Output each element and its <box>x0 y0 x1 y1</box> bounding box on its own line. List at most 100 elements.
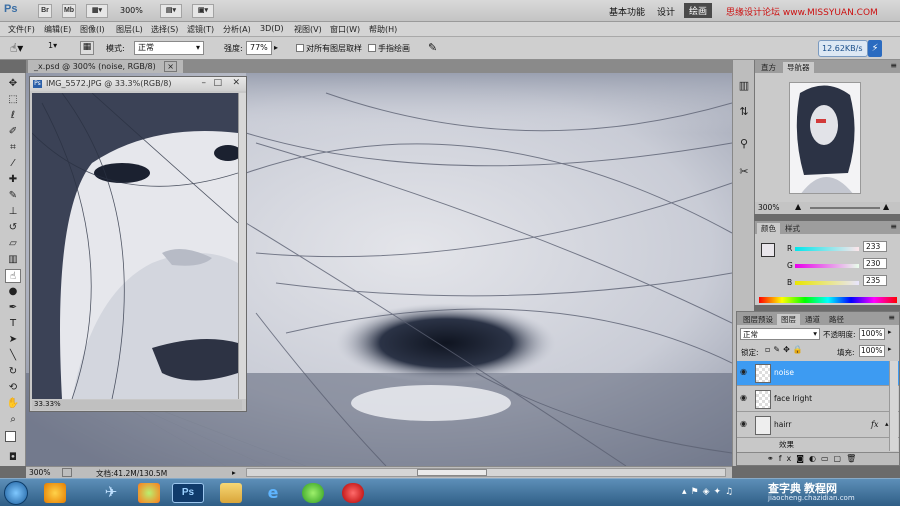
photoshop-taskbar-icon[interactable]: Ps <box>172 483 204 503</box>
colorful-app-icon[interactable] <box>44 483 66 503</box>
layer-actions-icons[interactable]: ⚭fx◙◐▭▢🗑 <box>767 454 861 463</box>
color-panel-menu-icon[interactable]: ≡ <box>890 222 897 231</box>
zoom-in-icon[interactable]: ▲ <box>883 202 889 211</box>
reference-scrollbar[interactable] <box>238 93 246 399</box>
start-button-icon[interactable] <box>4 481 28 505</box>
close-tab-icon[interactable]: × <box>164 61 177 72</box>
layers-scrollbar[interactable] <box>889 361 898 451</box>
smudge-tool-preset-icon[interactable]: ☝▾ <box>10 41 32 56</box>
zoom-out-icon[interactable]: ▲ <box>795 202 801 211</box>
panel-menu-icon[interactable]: ≡ <box>890 61 897 70</box>
expand-effects-icon[interactable]: ▴ <box>885 420 889 428</box>
menu-layer[interactable]: 图层(L) <box>116 24 143 35</box>
internet-explorer-icon[interactable]: e <box>262 483 284 503</box>
layer-row[interactable]: ◉ hairr fx ▴ <box>737 413 899 438</box>
reference-window-titlebar[interactable]: Ps IMG_5572.JPG @ 33.3%(RGB/8) – □ ✕ <box>30 77 246 91</box>
g-channel-slider[interactable] <box>795 264 859 268</box>
minibridge-button[interactable]: Mb <box>62 4 76 18</box>
statusbar-info-icon[interactable] <box>62 468 72 477</box>
navigator-zoom-slider[interactable] <box>810 207 880 209</box>
3d-rotate-tool-icon[interactable]: ↻ <box>5 365 21 379</box>
r-channel-input[interactable]: 233 <box>863 241 887 252</box>
g-channel-input[interactable]: 230 <box>863 258 887 269</box>
opacity-input[interactable]: 100% <box>859 328 885 340</box>
mode-select[interactable]: 正常 ▾ <box>134 41 204 55</box>
close-window-icon[interactable]: ✕ <box>232 78 240 88</box>
minimize-icon[interactable]: – <box>202 78 207 88</box>
fill-input[interactable]: 100% <box>859 345 885 357</box>
layer-effects-icon[interactable]: fx <box>871 420 878 429</box>
menu-file[interactable]: 文件(F) <box>8 24 35 35</box>
type-tool-icon[interactable]: T <box>5 317 21 331</box>
pen-tool-icon[interactable]: ✒ <box>5 301 21 315</box>
tab-paths[interactable]: 路径 <box>825 314 848 325</box>
visibility-eye-icon[interactable]: ◉ <box>740 393 750 403</box>
system-tray-icons[interactable]: ▴⚑◈✦♫ <box>682 487 737 497</box>
tab-channels[interactable]: 通道 <box>801 314 824 325</box>
blend-mode-select[interactable]: 正常 ▾ <box>740 328 820 340</box>
strength-input[interactable]: 77% <box>246 41 272 55</box>
crop-tool-icon[interactable]: ⌗ <box>5 141 21 155</box>
brush-size-picker[interactable]: 1▾ <box>48 41 72 56</box>
gradient-tool-icon[interactable]: ▥ <box>5 253 21 267</box>
workspace-design[interactable]: 设计 <box>657 5 675 18</box>
boost-icon[interactable]: ⚡ <box>868 40 882 57</box>
layer-row[interactable]: ◉ noise <box>737 361 899 386</box>
tab-color[interactable]: 颜色 <box>757 223 780 234</box>
dodge-tool-icon[interactable]: ● <box>5 285 21 299</box>
tab-layers[interactable]: 图层 <box>777 314 800 325</box>
menu-edit[interactable]: 编辑(E) <box>44 24 71 35</box>
reference-image-window[interactable]: Ps IMG_5572.JPG @ 33.3%(RGB/8) – □ ✕ 33.… <box>29 76 247 412</box>
quick-mask-icon[interactable]: ◘ <box>5 451 21 465</box>
menu-filter[interactable]: 滤镜(T) <box>187 24 214 35</box>
media-player-icon[interactable] <box>342 483 364 503</box>
foreground-color-chip[interactable] <box>761 243 775 257</box>
eyedropper-tool-icon[interactable]: ⁄ <box>5 157 21 171</box>
foreground-color-swatch[interactable] <box>5 431 16 442</box>
explorer-folder-icon[interactable] <box>220 483 242 503</box>
tab-histogram[interactable]: 直方 <box>757 62 780 73</box>
eraser-tool-icon[interactable]: ▱ <box>5 237 21 251</box>
tab-styles[interactable]: 样式 <box>781 223 804 234</box>
360-browser-icon[interactable] <box>302 483 324 503</box>
lock-options-icons[interactable]: ▫✎✥🔒 <box>765 345 806 354</box>
marquee-tool-icon[interactable]: ⬚ <box>5 93 21 107</box>
workspace-painting[interactable]: 绘画 <box>684 3 713 18</box>
scrollbar-thumb[interactable] <box>417 469 487 476</box>
layer-row[interactable]: ◉ face lright <box>737 387 899 412</box>
line-tool-icon[interactable]: ╲ <box>5 349 21 363</box>
clone-source-panel-icon[interactable]: ⚲ <box>736 136 752 152</box>
menu-select[interactable]: 选择(S) <box>151 24 178 35</box>
sample-all-layers-checkbox[interactable] <box>296 44 304 52</box>
history-panel-icon[interactable]: ⇅ <box>736 104 752 120</box>
workspace-essentials[interactable]: 基本功能 <box>609 5 645 18</box>
menu-image[interactable]: 图像(I) <box>80 24 105 35</box>
path-selection-tool-icon[interactable]: ➤ <box>5 333 21 347</box>
opacity-dropdown-icon[interactable]: ▸ <box>888 328 892 336</box>
view-extras-button[interactable]: ▦▾ <box>86 4 108 18</box>
menu-analysis[interactable]: 分析(A) <box>223 24 251 35</box>
zoom-tool-icon[interactable]: ⌕ <box>5 413 21 427</box>
zoom-level-dropdown[interactable]: 300% <box>120 6 143 15</box>
browser-app-icon[interactable] <box>138 483 160 503</box>
lasso-tool-icon[interactable]: ℓ <box>5 109 21 123</box>
strength-dropdown-icon[interactable]: ▸ <box>274 43 278 52</box>
arrange-documents-button[interactable]: ▤▾ <box>160 4 182 18</box>
navigator-thumbnail[interactable] <box>789 82 861 194</box>
tool-presets-panel-icon[interactable]: ✂ <box>736 164 752 180</box>
bird-app-icon[interactable]: ✈ <box>100 483 122 503</box>
menu-help[interactable]: 帮助(H) <box>369 24 397 35</box>
layers-panel-menu-icon[interactable]: ≡ <box>888 313 895 322</box>
3d-orbit-tool-icon[interactable]: ⟲ <box>5 381 21 395</box>
b-channel-slider[interactable] <box>795 281 859 285</box>
history-brush-tool-icon[interactable]: ↺ <box>5 221 21 235</box>
menu-view[interactable]: 视图(V) <box>294 24 322 35</box>
quick-selection-tool-icon[interactable]: ✐ <box>5 125 21 139</box>
hand-tool-icon[interactable]: ✋ <box>5 397 21 411</box>
move-tool-icon[interactable]: ✥ <box>5 77 21 91</box>
healing-brush-tool-icon[interactable]: ✚ <box>5 173 21 187</box>
navigator-zoom-text[interactable]: 300% <box>758 203 779 212</box>
finger-painting-checkbox[interactable] <box>368 44 376 52</box>
tablet-pressure-icon[interactable]: ✎ <box>428 41 437 54</box>
smudge-tool-icon[interactable]: ☝ <box>5 269 21 283</box>
